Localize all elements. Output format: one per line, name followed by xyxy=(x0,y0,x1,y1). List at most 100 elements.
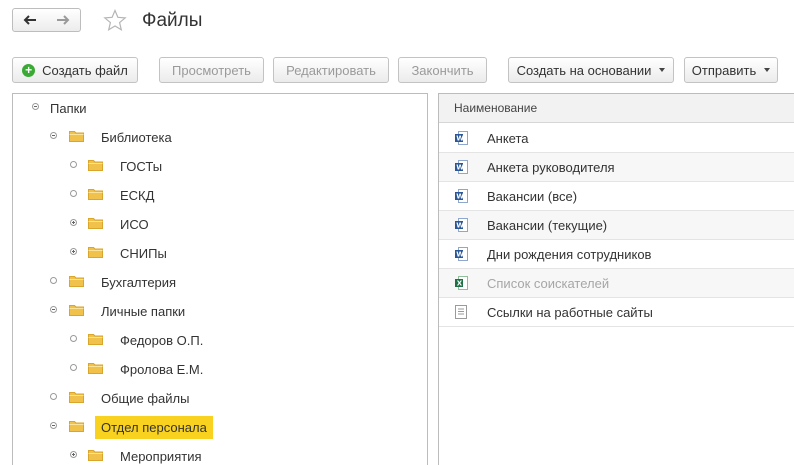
tree-item-label: ИСО xyxy=(120,217,149,232)
tree-item-label: Федоров О.П. xyxy=(120,333,204,348)
leaf-dot-icon xyxy=(70,161,77,168)
folder-icon xyxy=(88,159,103,174)
word-doc-icon: W xyxy=(455,189,468,206)
edit-button[interactable]: Редактировать xyxy=(273,57,389,83)
leaf-dot-icon xyxy=(70,190,77,197)
collapse-icon[interactable] xyxy=(50,422,57,429)
plus-circle-icon: + xyxy=(22,63,36,77)
file-name: Анкета руководителя xyxy=(487,160,615,175)
tree-item-label: СНИПы xyxy=(120,246,167,261)
file-row[interactable]: W Анкета xyxy=(439,124,794,153)
tree-item-label: Фролова Е.М. xyxy=(120,362,204,377)
tree-item[interactable]: Личные папки xyxy=(13,297,427,326)
folder-icon xyxy=(88,188,103,203)
tree-item-label: Общие файлы xyxy=(101,391,190,406)
tree-item-label: ГОСТы xyxy=(120,159,163,174)
tree-item-label: Библиотека xyxy=(101,130,172,145)
excel-doc-icon: X xyxy=(455,276,468,293)
tree-item[interactable]: ЕСКД xyxy=(13,181,427,210)
file-row[interactable]: X Список соискателей xyxy=(439,269,794,298)
leaf-dot-icon xyxy=(70,364,77,371)
tree-item[interactable]: Федоров О.П. xyxy=(13,326,427,355)
folder-icon xyxy=(88,333,103,348)
finish-label: Закончить xyxy=(411,62,474,78)
folder-icon xyxy=(69,304,84,319)
file-name: Список соискателей xyxy=(487,276,610,291)
expand-icon[interactable] xyxy=(70,451,77,458)
send-dropdown[interactable]: Отправить xyxy=(684,57,778,83)
create-file-label: Создать файл xyxy=(42,62,128,78)
tree-item-label: Папки xyxy=(50,101,87,116)
expand-icon[interactable] xyxy=(70,248,77,255)
word-doc-icon: W xyxy=(455,218,468,235)
file-name: Дни рождения сотрудников xyxy=(487,247,652,262)
leaf-dot-icon xyxy=(70,335,77,342)
file-name: Вакансии (текущие) xyxy=(487,218,608,233)
tree-item[interactable]: Библиотека xyxy=(13,123,427,152)
tree-item-label: ЕСКД xyxy=(120,188,155,203)
word-doc-icon: W xyxy=(455,160,468,177)
file-name: Вакансии (все) xyxy=(487,189,578,204)
tree-item[interactable]: СНИПы xyxy=(13,239,427,268)
forward-button[interactable] xyxy=(46,8,81,32)
chevron-down-icon xyxy=(659,68,666,72)
leaf-dot-icon xyxy=(50,393,57,400)
file-list[interactable]: Наименование W Анкета W Анкета руководителя… xyxy=(438,93,794,465)
tree-item-label: Личные папки xyxy=(101,304,186,319)
svg-text:X: X xyxy=(457,280,463,288)
arrow-right-icon xyxy=(57,15,70,25)
view-label: Просмотреть xyxy=(172,62,251,78)
file-row[interactable]: W Вакансии (все) xyxy=(439,182,794,211)
folder-icon xyxy=(88,449,103,464)
create-based-on-dropdown[interactable]: Создать на основании xyxy=(508,57,674,83)
leaf-dot-icon xyxy=(50,277,57,284)
file-row[interactable]: W Вакансии (текущие) xyxy=(439,211,794,240)
view-button[interactable]: Просмотреть xyxy=(159,57,264,83)
file-row[interactable]: W Анкета руководителя xyxy=(439,153,794,182)
page-title: Файлы xyxy=(142,10,203,31)
svg-text:W: W xyxy=(456,193,464,201)
tree-item[interactable]: Папки xyxy=(13,94,427,123)
back-button[interactable] xyxy=(12,8,47,32)
svg-text:W: W xyxy=(456,222,464,230)
collapse-icon[interactable] xyxy=(50,306,57,313)
tree-item-label: Отдел персонала xyxy=(95,416,213,439)
folder-icon xyxy=(69,130,84,145)
folder-icon xyxy=(69,391,84,406)
chevron-down-icon xyxy=(764,68,771,72)
text-doc-icon xyxy=(455,305,467,322)
finish-button[interactable]: Закончить xyxy=(398,57,487,83)
column-header-name[interactable]: Наименование xyxy=(439,94,794,123)
svg-text:W: W xyxy=(456,251,464,259)
create-file-button[interactable]: + Создать файл xyxy=(12,57,138,83)
word-doc-icon: W xyxy=(455,247,468,264)
folder-icon xyxy=(69,420,84,435)
file-name: Анкета xyxy=(487,131,529,146)
svg-text:W: W xyxy=(456,135,464,143)
file-row[interactable]: W Дни рождения сотрудников xyxy=(439,240,794,269)
folder-icon xyxy=(88,246,103,261)
favorite-star-icon[interactable] xyxy=(103,8,127,35)
folder-icon xyxy=(69,275,84,290)
tree-item[interactable]: Общие файлы xyxy=(13,384,427,413)
expand-icon[interactable] xyxy=(70,219,77,226)
edit-label: Редактировать xyxy=(286,62,376,78)
file-row[interactable]: Ссылки на работные сайты xyxy=(439,298,794,327)
create-based-on-label: Создать на основании xyxy=(516,62,652,78)
tree-item[interactable]: Отдел персонала xyxy=(13,413,427,442)
collapse-icon[interactable] xyxy=(32,103,39,110)
send-label: Отправить xyxy=(691,62,757,78)
folder-icon xyxy=(88,217,103,232)
tree-item[interactable]: Фролова Е.М. xyxy=(13,355,427,384)
folder-icon xyxy=(88,362,103,377)
folder-tree[interactable]: Папки Библиотека ГОСТы ЕСКД ИСО СНИПы Бухгалте… xyxy=(12,93,428,465)
tree-item[interactable]: ИСО xyxy=(13,210,427,239)
tree-item[interactable]: Бухгалтерия xyxy=(13,268,427,297)
file-name: Ссылки на работные сайты xyxy=(487,305,653,320)
tree-item-label: Бухгалтерия xyxy=(101,275,177,290)
tree-item[interactable]: ГОСТы xyxy=(13,152,427,181)
svg-text:W: W xyxy=(456,164,464,172)
tree-item[interactable]: Мероприятия xyxy=(13,442,427,465)
tree-item-label: Мероприятия xyxy=(120,449,202,464)
collapse-icon[interactable] xyxy=(50,132,57,139)
